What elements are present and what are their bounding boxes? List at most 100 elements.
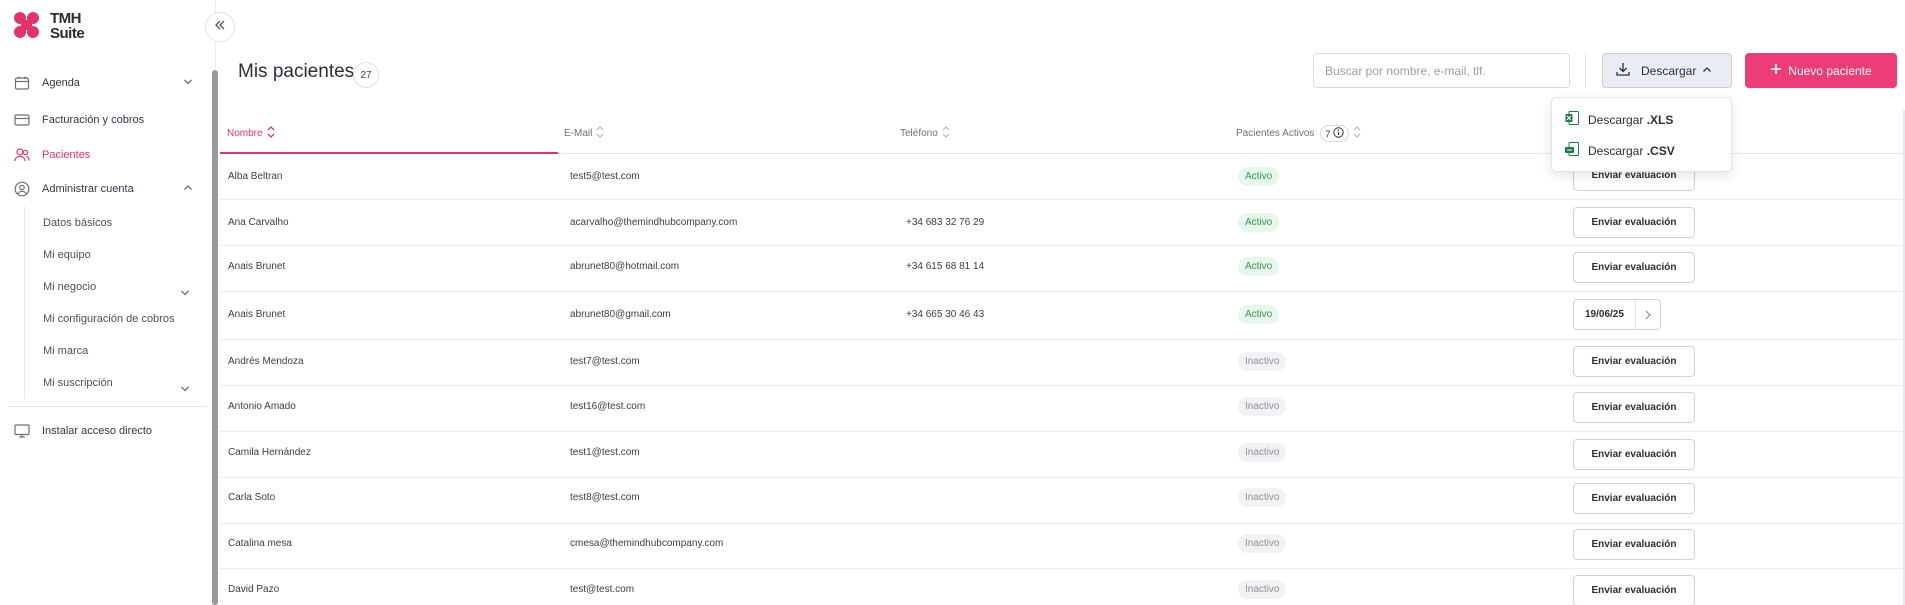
column-header-name[interactable]: Nombre [227,125,275,142]
search-input[interactable] [1313,53,1570,88]
patient-email: abrunet80@gmail.com [570,309,671,320]
active-count-badge[interactable]: 7 [1320,125,1350,142]
collapse-sidebar-button[interactable] [205,12,235,42]
send-evaluation-button[interactable]: Enviar evaluación [1573,392,1695,423]
sidebar-item-facturacion[interactable]: Facturación y cobros [14,108,193,132]
new-patient-button[interactable]: Nuevo paciente [1745,53,1897,88]
sidebar-subitem-mi-marca[interactable]: Mi marca [43,345,88,357]
download-button[interactable]: Descargar [1602,53,1732,88]
evaluation-date-pill[interactable]: 19/06/25 [1573,299,1661,330]
patient-phone: +34 683 32 76 29 [906,217,985,228]
chevron-right-icon[interactable] [1636,310,1660,320]
send-evaluation-button[interactable]: Enviar evaluación [1573,252,1695,283]
download-menu: Descargar .XLS Descargar .CSV [1551,97,1732,172]
patient-name[interactable]: Catalina mesa [228,538,292,549]
sort-icon [267,125,275,142]
excel-file-icon [1564,110,1580,129]
column-label: Nombre [227,128,263,139]
patient-phone: +34 615 68 81 14 [906,261,985,272]
download-csv-item[interactable]: Descargar .CSV [1564,141,1675,160]
patient-name[interactable]: Andrés Mendoza [228,356,304,367]
column-label: E-Mail [564,128,593,139]
send-evaluation-button[interactable]: Enviar evaluación [1573,483,1695,514]
sidebar-item-label: Administrar cuenta [42,183,134,195]
sidebar-item-label: Agenda [42,77,80,89]
status-badge: Activo [1238,213,1280,232]
send-evaluation-button[interactable]: Enviar evaluación [1573,207,1695,238]
sidebar-subitem-mi-equipo[interactable]: Mi equipo [43,249,91,261]
card-icon [14,112,30,128]
patient-name[interactable]: David Pazo [228,584,279,595]
column-label: Pacientes Activos [1236,128,1315,139]
sidebar-scrollbar[interactable] [212,70,218,605]
status-badge: Inactivo [1238,580,1287,599]
sidebar-divider [8,406,207,407]
download-icon [1615,61,1631,80]
users-icon [14,147,30,163]
status-badge: Activo [1238,257,1280,276]
send-evaluation-button[interactable]: Enviar evaluación [1573,529,1695,560]
sidebar-subitem-mi-suscripcion[interactable]: Mi suscripción [43,377,113,389]
patient-name[interactable]: Alba Beltran [228,171,282,182]
sidebar-item-label: Instalar acceso directo [42,425,153,437]
patient-name[interactable]: Anais Brunet [228,261,285,272]
column-header-phone[interactable]: Teléfono [900,125,950,142]
sidebar-item-administrar-cuenta[interactable]: Administrar cuenta [14,177,193,201]
send-evaluation-button[interactable]: Enviar evaluación [1573,346,1695,377]
active-count: 7 [1325,128,1331,139]
sidebar-item-label: Pacientes [42,149,91,161]
patient-email: test@test.com [570,584,635,595]
patient-name[interactable]: Carla Soto [228,492,275,503]
table-row[interactable]: Anais Brunet abrunet80@hotmail.com +34 6… [220,246,1905,292]
submenu-line [24,207,25,399]
page-title: Mis pacientes [238,61,355,82]
logo-icon [14,12,39,38]
calendar-icon [14,75,30,91]
send-evaluation-button[interactable]: Enviar evaluación [1573,439,1695,470]
column-header-active[interactable]: Pacientes Activos 7 [1236,125,1361,142]
logo[interactable]: TMH Suite [12,11,85,41]
status-badge: Inactivo [1238,534,1287,553]
plus-icon [1770,63,1782,78]
monitor-icon [14,423,30,439]
status-badge: Inactivo [1238,352,1287,371]
patient-name[interactable]: Anais Brunet [228,309,285,320]
patient-email: test16@test.com [570,401,646,412]
sidebar-subitem-configuracion-cobros[interactable]: Mi configuración de cobros [43,313,174,325]
table-row[interactable]: Camila Hernández test1@test.com Inactivo… [220,432,1905,478]
sidebar-item-agenda[interactable]: Agenda [14,71,193,95]
chevron-up-icon [183,183,193,196]
download-xls-item[interactable]: Descargar .XLS [1564,110,1673,129]
patient-name[interactable]: Antonio Amado [228,401,296,412]
table-row[interactable]: David Pazo test@test.com Inactivo Enviar… [220,569,1905,605]
sidebar-item-pacientes[interactable]: Pacientes [14,143,193,167]
download-xls-label: Descargar [1588,112,1644,127]
send-evaluation-button[interactable]: Enviar evaluación [1573,575,1695,605]
sidebar-item-instalar-acceso[interactable]: Instalar acceso directo [14,419,193,443]
patient-count-badge: 27 [353,62,379,88]
double-chevron-left-icon [214,18,226,36]
sidebar: TMH Suite Agenda Facturación y cobros Pa… [0,0,216,605]
patient-name[interactable]: Ana Carvalho [228,217,289,228]
header-separator [1585,53,1586,88]
chevron-down-icon[interactable] [180,381,190,399]
table-row[interactable]: Carla Soto test8@test.com Inactivo Envia… [220,478,1905,524]
download-label: Descargar [1641,63,1697,78]
csv-file-icon [1564,141,1580,160]
table-row[interactable]: Anais Brunet abrunet80@gmail.com +34 665… [220,292,1905,340]
table-row[interactable]: Ana Carvalho acarvalho@themindhubcompany… [220,200,1905,246]
sidebar-subitem-mi-negocio[interactable]: Mi negocio [43,281,96,293]
patient-name[interactable]: Camila Hernández [228,447,311,458]
table-row[interactable]: Catalina mesa cmesa@themindhubcompany.co… [220,523,1905,569]
info-icon [1333,127,1345,140]
table-row[interactable]: Antonio Amado test16@test.com Inactivo E… [220,386,1905,432]
status-badge: Activo [1238,305,1280,324]
sidebar-subitem-datos-basicos[interactable]: Datos básicos [43,217,112,229]
column-header-email[interactable]: E-Mail [564,125,604,142]
download-csv-ext: .CSV [1646,143,1675,158]
patient-email: cmesa@themindhubcompany.com [570,538,724,549]
chevron-up-icon [1702,64,1712,78]
table-row[interactable]: Andrés Mendoza test7@test.com Inactivo E… [220,340,1905,386]
chevron-down-icon[interactable] [180,285,190,303]
sort-icon [942,125,950,142]
